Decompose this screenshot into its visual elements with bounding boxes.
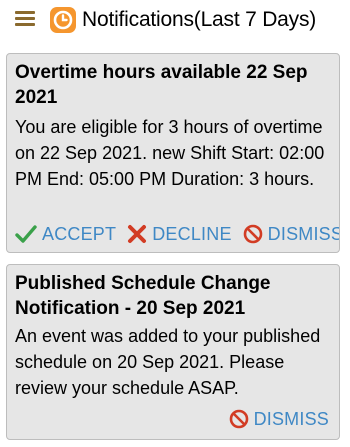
notification-actions: ACCEPT DECLINE DISMISS <box>15 221 340 247</box>
dismiss-label: DISMISS <box>253 409 329 429</box>
app-header: Notifications(Last 7 Days) <box>0 0 350 40</box>
check-icon <box>15 225 37 243</box>
decline-label: DECLINE <box>152 224 232 244</box>
decline-button[interactable]: DECLINE <box>127 221 231 247</box>
notification-card-overtime: Overtime hours available 22 Sep 2021 You… <box>6 53 340 253</box>
prohibited-icon <box>229 409 248 429</box>
notification-title: Published Schedule Change Notification -… <box>15 273 271 319</box>
notification-card-schedule-change: Published Schedule Change Notification -… <box>6 264 340 440</box>
dismiss-label: DISMISS <box>267 224 340 244</box>
prohibited-icon <box>243 224 262 244</box>
accept-button[interactable]: ACCEPT <box>15 221 116 247</box>
dismiss-button[interactable]: DISMISS <box>243 221 340 247</box>
hamburger-menu-icon[interactable] <box>15 11 35 27</box>
page-title: Notifications(Last 7 Days) <box>82 8 317 31</box>
app-logo <box>50 7 76 33</box>
accept-label: ACCEPT <box>42 224 117 244</box>
x-icon <box>128 225 147 243</box>
notification-actions: DISMISS <box>229 406 335 432</box>
notification-title: Overtime hours available 22 Sep 2021 <box>15 62 308 108</box>
notification-body: An event was added to your published sch… <box>15 326 321 398</box>
notification-body: You are eligible for 3 hours of overtime… <box>15 117 325 189</box>
dismiss-button[interactable]: DISMISS <box>229 406 329 432</box>
